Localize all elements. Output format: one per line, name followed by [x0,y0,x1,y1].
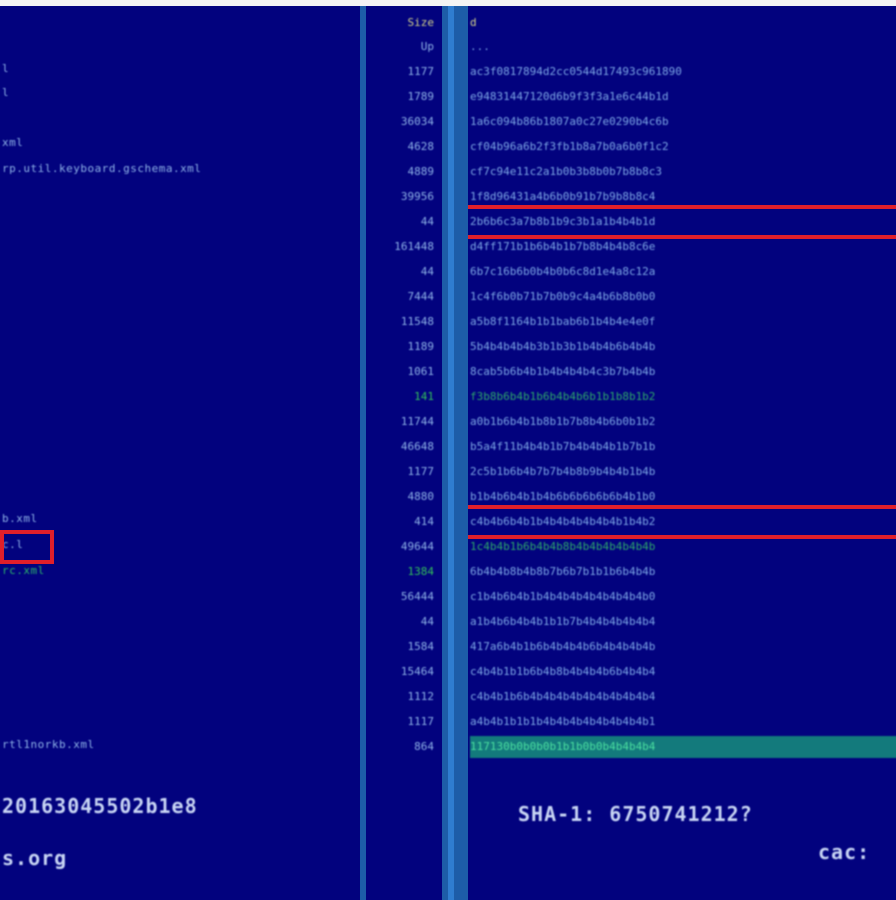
scrollbar-track[interactable] [448,6,454,900]
row-highlight-box [468,505,896,539]
size-cell: 36034 [400,115,434,128]
hash-row[interactable]: ac3f0817894d2cc0544d17493c961890 [470,61,896,83]
hash-row[interactable]: 2c5b1b6b4b7b7b4b8b9b4b4b1b4b [470,461,896,483]
file-item[interactable]: rtl1norkb.xml [2,734,95,756]
size-cell: 46648 [400,440,434,453]
size-cell: 1789 [407,90,435,103]
highlight-box [0,530,54,564]
size-cell: 11744 [400,415,434,428]
hash-row[interactable]: 6b7c16b6b0b4b0b6c8d1e4a8c12a [470,261,896,283]
hash-row[interactable]: 1a6c094b86b1807a0c27e0290b4c6b [470,111,896,133]
hash-row[interactable]: 1c4b4b1b6b4b4b8b4b4b4b4b4b4b [470,536,896,558]
size-cell: 141 [414,390,434,403]
hash-row[interactable]: a5b8f1164b1b1bab6b1b4b4e4e0f [470,311,896,333]
hash-row[interactable]: c4b4b1b6b4b4b4b4b4b4b4b4b4b4 [470,686,896,708]
screen: l l xml rp.util.keyboard.gschema.xml b.xml c.… [0,0,896,900]
size-cell: Up [420,40,434,53]
size-cell: 39956 [400,190,434,203]
size-cell: 44 [420,615,434,628]
hash-row[interactable]: d4ff171b1b6b4b1b7b8b4b4b8c6e [470,236,896,258]
size-cell: 44 [420,265,434,278]
row-highlight-box [468,205,896,239]
size-cell: 1384 [407,565,435,578]
hash-line: 20163045502b1e8 [2,794,198,818]
hash-row[interactable]: e94831447120d6b9f3f3a1e6c44b1d [470,86,896,108]
size-cell: 1061 [407,365,435,378]
hash-row[interactable]: a0b1b6b4b1b8b1b7b8b4b6b0b1b2 [470,411,896,433]
hash-row[interactable]: 417a6b4b1b6b4b4b4b6b4b4b4b4b [470,636,896,658]
size-cell: 4880 [407,490,435,503]
size-cell: 49644 [400,540,434,553]
size-cell: 56444 [400,590,434,603]
pane-divider-scroll[interactable] [442,6,468,900]
sha-line: SHA-1: 6750741212? [518,802,753,826]
size-cell: 161448 [394,240,434,253]
size-cell: 4628 [407,140,435,153]
hash-row[interactable]: 6b4b4b8b4b8b7b6b7b1b1b6b4b4b [470,561,896,583]
size-cell: 7444 [407,290,435,303]
hash-row[interactable]: a1b4b6b4b4b1b1b7b4b4b4b4b4b4 [470,611,896,633]
size-cell: 11548 [400,315,434,328]
size-cell: 1584 [407,640,435,653]
hash-row[interactable]: ... [470,36,896,58]
hash-row[interactable]: f3b8b6b4b1b6b4b4b6b1b1b8b1b2 [470,386,896,408]
size-cell: 414 [414,515,434,528]
hash-row[interactable]: c1b4b6b4b1b4b4b4b4b4b4b4b4b0 [470,586,896,608]
size-cell: 1112 [407,690,435,703]
hash-list-pane[interactable]: d ... ac3f0817894d2cc0544d17493c961890 e94… [468,6,896,900]
file-item[interactable]: l [2,58,9,80]
hash-row[interactable]: cf7c94e11c2a1b0b3b8b0b7b8b8c3 [470,161,896,183]
size-cell: 15464 [400,665,434,678]
size-column-pane[interactable]: Size Up 1177 1789 36034 4628 4889 39956 44 16144… [366,6,442,900]
org-line: s.org [2,846,68,870]
tail-line: cac: [818,840,871,864]
hash-row[interactable]: a4b4b1b1b1b4b4b4b4b4b4b4b4b1 [470,711,896,733]
hash-row[interactable]: c4b4b1b1b6b4b8b4b4b4b6b4b4b4 [470,661,896,683]
file-item[interactable]: b.xml [2,508,38,530]
size-cell: 1177 [407,465,435,478]
size-header[interactable]: Size [408,12,435,34]
size-cell: 864 [414,740,434,753]
hash-row[interactable]: cf04b96a6b2f3fb1b8a7b0a6b0f1c2 [470,136,896,158]
file-list-pane[interactable]: l l xml rp.util.keyboard.gschema.xml b.xml c.… [0,6,360,900]
hash-header[interactable]: d [470,12,896,34]
size-cell: 1189 [407,340,435,353]
file-item[interactable]: rp.util.keyboard.gschema.xml [2,158,201,180]
file-item[interactable]: l [2,82,9,104]
size-cell: 4889 [407,165,435,178]
size-cell: 44 [420,215,434,228]
size-cell: 1117 [407,715,435,728]
hash-row[interactable]: 1c4f6b0b71b7b0b9c4a4b6b8b0b0 [470,286,896,308]
hash-row[interactable]: 117130b0b0b0b1b1b0b0b4b4b4b4 [470,736,896,758]
hash-row[interactable]: 5b4b4b4b4b3b1b3b1b4b4b6b4b4b [470,336,896,358]
hash-row[interactable]: b5a4f11b4b4b1b7b4b4b4b1b7b1b [470,436,896,458]
size-cell: 1177 [407,65,435,78]
hash-row[interactable]: 8cab5b6b4b1b4b4b4b4c3b7b4b4b [470,361,896,383]
file-item[interactable]: xml [2,132,23,154]
